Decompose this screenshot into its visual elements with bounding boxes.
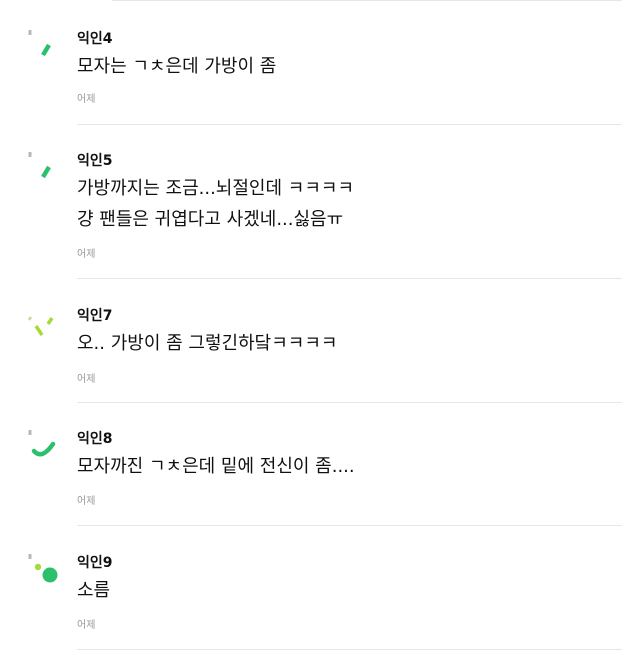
comment-divider xyxy=(77,525,622,526)
comment-timestamp: 어제 xyxy=(77,94,96,105)
comment-timestamp: 어제 xyxy=(77,620,96,631)
comment-divider xyxy=(77,124,622,125)
top-divider xyxy=(112,0,622,1)
comment-text: 오.. 가방이 좀 그렇긴하닼ㅋㅋㅋㅋ xyxy=(77,333,338,354)
comment-text: 모자는 ㄱㅊ은데 가방이 좀 xyxy=(77,56,277,77)
comment-divider xyxy=(77,278,622,279)
comment-text: 소름 xyxy=(77,580,111,601)
comment-timestamp: 어제 xyxy=(77,374,96,385)
comment-text: 모자까진 ㄱㅊ은데 밑에 전신이 좀.... xyxy=(77,456,355,477)
comment-text: 가방까지는 조금...뇌절인데 ㅋㅋㅋㅋ xyxy=(77,178,355,199)
comment-author[interactable]: 익인8 xyxy=(77,430,113,448)
comment-timestamp: 어제 xyxy=(77,496,96,507)
green-slash-icon[interactable] xyxy=(26,152,62,188)
comment-timestamp: 어제 xyxy=(77,249,96,260)
comment-author[interactable]: 익인5 xyxy=(77,152,113,170)
green-slash-icon[interactable] xyxy=(26,30,62,66)
comment-author[interactable]: 익인7 xyxy=(77,307,113,325)
comment-text: 걍 팬들은 귀엽다고 사겠네...싫음ㅠ xyxy=(77,209,344,230)
comment-author[interactable]: 익인4 xyxy=(77,30,113,48)
lime-strokes-icon[interactable] xyxy=(26,307,62,343)
comment-author[interactable]: 익인9 xyxy=(77,554,113,572)
green-dots-icon[interactable] xyxy=(26,554,62,590)
comment-divider xyxy=(77,402,622,403)
green-arc-icon[interactable] xyxy=(26,430,62,466)
comment-divider xyxy=(77,649,622,650)
